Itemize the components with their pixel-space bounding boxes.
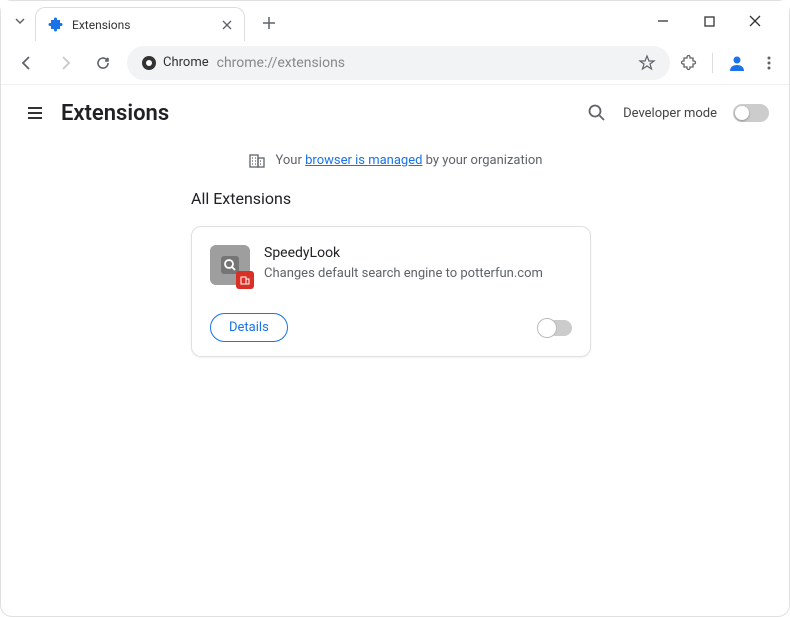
browser-toolbar: Chrome chrome://extensions	[1, 41, 789, 85]
arrow-right-icon	[56, 54, 74, 72]
window-titlebar: Extensions	[1, 1, 789, 41]
building-icon	[248, 151, 266, 169]
plus-icon	[262, 16, 276, 30]
extensions-content: All Extensions SpeedyLook Changes defaul…	[1, 189, 789, 357]
new-tab-button[interactable]	[255, 9, 283, 37]
managed-text: Your browser is managed by your organiza…	[276, 153, 543, 168]
developer-mode-toggle[interactable]	[733, 104, 769, 122]
reload-button[interactable]	[89, 49, 117, 77]
managed-banner: Your browser is managed by your organiza…	[1, 141, 789, 189]
extension-toggle[interactable]	[538, 320, 572, 336]
maximize-button[interactable]	[697, 9, 721, 33]
arrow-left-icon	[18, 54, 36, 72]
star-icon[interactable]	[638, 54, 656, 72]
tabstrip: Extensions	[9, 1, 283, 41]
header-actions: Developer mode	[587, 103, 769, 123]
extensions-header: Extensions Developer mode	[1, 85, 789, 141]
separator	[712, 53, 713, 73]
tab-title: Extensions	[72, 18, 212, 32]
managed-link[interactable]: browser is managed	[305, 153, 422, 168]
developer-mode-label: Developer mode	[623, 106, 717, 121]
extension-info: SpeedyLook Changes default search engine…	[264, 245, 572, 285]
extensions-icon[interactable]	[680, 54, 698, 72]
reload-icon	[94, 54, 112, 72]
page-title: Extensions	[61, 101, 169, 126]
minimize-button[interactable]	[651, 9, 675, 33]
url-text: chrome://extensions	[217, 55, 345, 71]
extension-card-footer: Details	[192, 303, 590, 356]
forward-button[interactable]	[51, 49, 79, 77]
site-chip-label: Chrome	[163, 55, 209, 70]
chevron-down-icon	[14, 15, 26, 27]
details-button[interactable]: Details	[210, 313, 288, 342]
address-bar[interactable]: Chrome chrome://extensions	[127, 46, 670, 80]
extension-card-body: SpeedyLook Changes default search engine…	[192, 227, 590, 303]
back-button[interactable]	[13, 49, 41, 77]
hamburger-icon	[25, 103, 45, 123]
menu-dots-icon[interactable]	[761, 55, 777, 71]
minimize-icon	[657, 15, 669, 27]
managed-badge-icon	[236, 271, 254, 289]
puzzle-icon	[48, 17, 64, 33]
profile-icon[interactable]	[727, 53, 747, 73]
tab-search-dropdown[interactable]	[9, 10, 31, 32]
maximize-icon	[704, 16, 715, 27]
chrome-icon	[141, 55, 157, 71]
browser-tab[interactable]: Extensions	[35, 7, 245, 41]
window-controls	[651, 9, 781, 33]
toolbar-actions	[680, 53, 777, 73]
close-icon	[749, 15, 761, 27]
hamburger-menu[interactable]	[21, 99, 49, 127]
site-chip[interactable]: Chrome	[141, 55, 209, 71]
search-icon[interactable]	[587, 103, 607, 123]
tab-close-button[interactable]	[220, 18, 234, 32]
extension-name: SpeedyLook	[264, 245, 572, 261]
extension-card: SpeedyLook Changes default search engine…	[191, 226, 591, 357]
close-icon	[222, 20, 232, 30]
extension-description: Changes default search engine to potterf…	[264, 265, 572, 283]
extension-icon-wrap	[210, 245, 250, 285]
close-window-button[interactable]	[743, 9, 767, 33]
section-title: All Extensions	[191, 189, 599, 208]
